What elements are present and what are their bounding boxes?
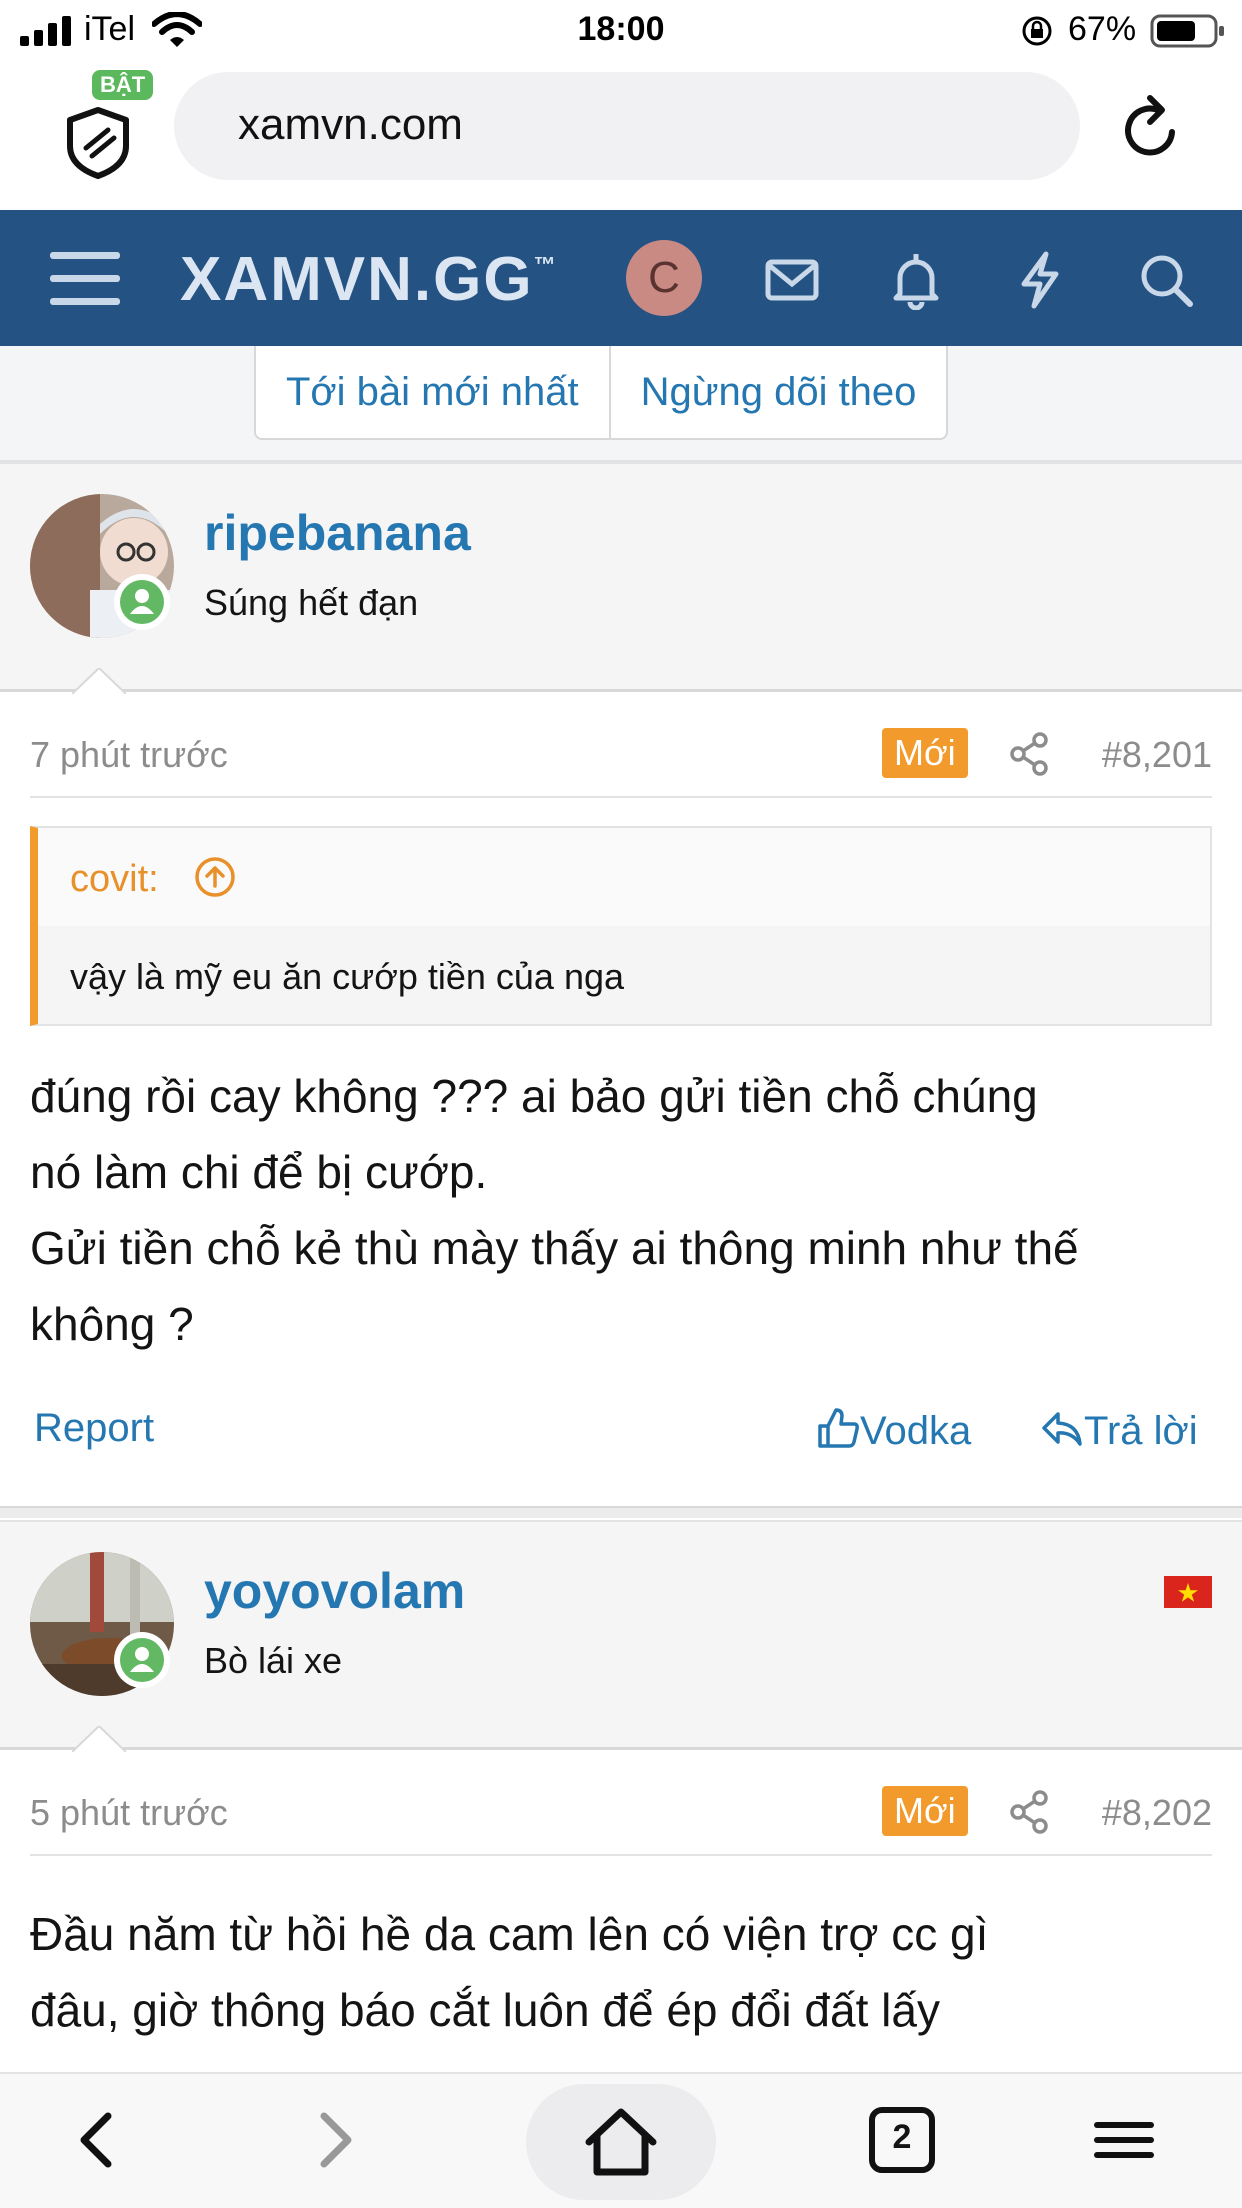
report-link[interactable]: Report — [34, 1406, 154, 1451]
thread-button-group: Tới bài mới nhất Ngừng dõi theo — [254, 346, 949, 440]
post-body-line: đâu, giờ thông báo cắt luôn để ép đổi đấ… — [30, 1984, 940, 2036]
clock: 18:00 — [577, 10, 665, 48]
post-time[interactable]: 5 phút trước — [30, 1792, 228, 1834]
post-body: Đầu năm từ hồi hề da cam lên có viện trợ… — [30, 1896, 1220, 2048]
post-meta: 5 phút trước Mới #8,202 — [30, 1772, 1212, 1856]
like-button[interactable]: Vodka — [816, 1406, 971, 1454]
post-body-line: không ? — [30, 1298, 194, 1350]
share-icon[interactable] — [1010, 732, 1050, 776]
shield-icon[interactable] — [62, 90, 134, 180]
quote-text: vậy là mỹ eu ăn cướp tiền của nga — [70, 956, 625, 997]
back-icon[interactable] — [62, 2104, 134, 2176]
online-status-icon — [114, 574, 170, 630]
url-field[interactable]: xamvn.com — [174, 72, 1080, 180]
like-label: Vodka — [860, 1409, 972, 1453]
forward-icon[interactable] — [298, 2104, 370, 2176]
menu-icon[interactable] — [1088, 2104, 1160, 2176]
site-header: XAMVN.GG™ C — [0, 210, 1242, 346]
post-actions: Report Vodka Trả lời — [30, 1406, 1212, 1466]
username[interactable]: ripebanana — [204, 504, 471, 562]
post-body: đúng rồi cay không ??? ai bảo gửi tiền c… — [30, 1058, 1220, 1362]
battery-icon — [1150, 14, 1224, 48]
browser-address-bar: BẬT xamvn.com — [0, 62, 1242, 210]
post-separator — [0, 1506, 1242, 1518]
vietnam-flag-icon — [1164, 1576, 1212, 1608]
battery-percent: 67% — [1068, 10, 1137, 48]
logo-text: XAMVN — [180, 245, 414, 314]
hamburger-icon[interactable] — [50, 250, 120, 308]
lock-rotation-icon — [1022, 16, 1052, 46]
post-time[interactable]: 7 phút trước — [30, 734, 228, 776]
post-meta: 7 phút trước Mới #8,201 — [30, 714, 1212, 798]
account-avatar[interactable]: C — [626, 240, 702, 316]
reply-label: Trả lời — [1084, 1409, 1198, 1453]
post-user-block: yoyovolam Bò lái xe — [0, 1520, 1242, 1752]
post-body-line: nó làm chi để bị cướp. — [30, 1146, 488, 1198]
home-button[interactable] — [526, 2084, 716, 2200]
bell-icon[interactable] — [886, 250, 946, 310]
reload-icon[interactable] — [1120, 92, 1186, 162]
new-badge: Mới — [882, 728, 968, 778]
user-block-arrow — [72, 668, 126, 694]
reply-icon — [1042, 1412, 1082, 1446]
site-logo[interactable]: XAMVN.GG™ — [180, 244, 558, 315]
share-icon[interactable] — [1010, 1790, 1050, 1834]
post-user-block: ripebanana Súng hết đạn — [0, 462, 1242, 694]
unwatch-button[interactable]: Ngừng dõi theo — [611, 346, 947, 438]
status-bar: iTel 18:00 67% — [0, 0, 1242, 62]
online-status-icon — [114, 1632, 170, 1688]
post-body-line: Gửi tiền chỗ kẻ thù mày thấy ai thông mi… — [30, 1222, 1079, 1274]
thread-button-bar: Tới bài mới nhất Ngừng dõi theo — [0, 346, 1242, 462]
lightning-icon[interactable] — [1010, 250, 1070, 310]
quote-block: covit: vậy là mỹ eu ăn cướp tiền của nga — [30, 826, 1212, 1026]
thumbs-up-icon — [818, 1408, 859, 1448]
quote-header: covit: — [38, 828, 1210, 926]
post-body-line: đúng rồi cay không ??? ai bảo gửi tiền c… — [30, 1070, 1038, 1122]
post-body-line: Đầu năm từ hồi hề da cam lên có viện trợ… — [30, 1908, 989, 1960]
reply-button[interactable]: Trả lời — [1040, 1406, 1198, 1454]
search-icon[interactable] — [1136, 250, 1196, 310]
new-badge: Mới — [882, 1786, 968, 1836]
mail-icon[interactable] — [762, 250, 822, 310]
url-text: xamvn.com — [238, 100, 463, 149]
shield-status-badge: BẬT — [92, 70, 154, 100]
go-to-latest-button[interactable]: Tới bài mới nhất — [256, 346, 611, 438]
user-block-arrow — [72, 1726, 126, 1752]
browser-toolbar: 2 — [0, 2072, 1242, 2208]
user-title: Súng hết đạn — [204, 582, 419, 623]
post-number[interactable]: #8,201 — [1102, 734, 1212, 776]
logo-suffix: .GG — [413, 245, 534, 314]
logo-trademark: ™ — [533, 252, 558, 277]
arrow-up-circle-icon[interactable] — [194, 856, 236, 898]
post-number[interactable]: #8,202 — [1102, 1792, 1212, 1834]
tab-count: 2 — [892, 2118, 912, 2156]
quote-author[interactable]: covit: — [70, 858, 159, 901]
tabs-button[interactable]: 2 — [866, 2104, 938, 2176]
user-title: Bò lái xe — [204, 1640, 343, 1681]
home-icon — [585, 2108, 657, 2176]
username[interactable]: yoyovolam — [204, 1562, 465, 1620]
